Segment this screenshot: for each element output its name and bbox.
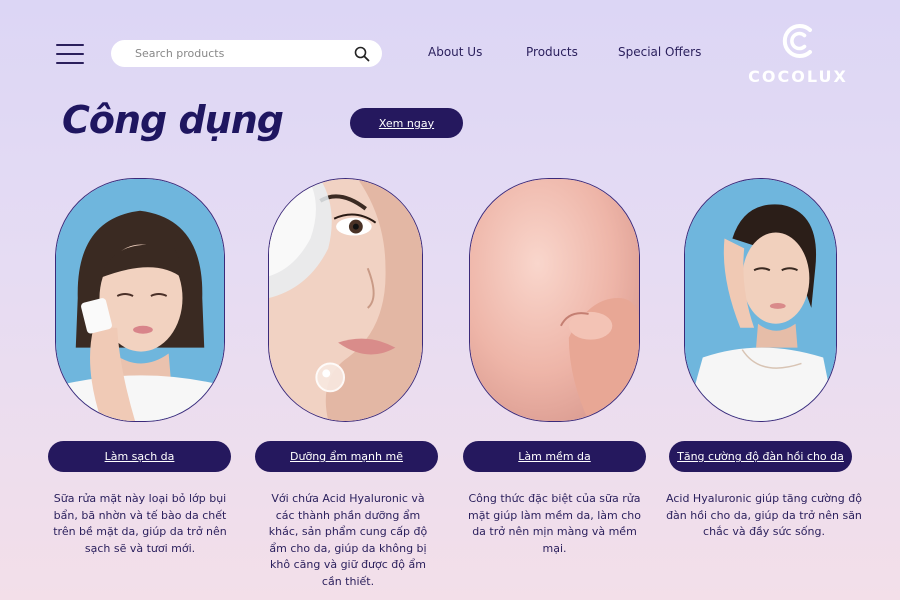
card-button-moisturizing[interactable]: Dưỡng ẩm mạnh mẽ bbox=[255, 441, 438, 472]
brand-logo[interactable]: COCOLUX bbox=[748, 22, 848, 88]
card-description-cleansing: Sữa rửa mặt này loại bỏ lớp bụi bẩn, bã … bbox=[53, 492, 227, 555]
hamburger-menu-icon[interactable] bbox=[56, 44, 84, 64]
menu-line bbox=[56, 62, 84, 64]
page-title: Công dụng bbox=[62, 98, 284, 142]
logo-text: COCOLUX bbox=[748, 67, 848, 86]
face-serum-droplet-image bbox=[269, 179, 422, 421]
search-icon[interactable] bbox=[354, 46, 370, 62]
card-button-elasticity[interactable]: Tăng cường độ đàn hồi cho da bbox=[669, 441, 852, 472]
search-input[interactable] bbox=[135, 47, 354, 60]
photo-moisturizing bbox=[268, 178, 423, 422]
cocolux-logo-mark-icon bbox=[782, 24, 812, 58]
card-description-moisturizing: Với chứa Acid Hyaluronic và các thành ph… bbox=[268, 492, 428, 588]
menu-line bbox=[56, 44, 84, 46]
search-bar bbox=[111, 40, 382, 67]
nav-special-offers[interactable]: Special Offers bbox=[618, 45, 701, 59]
menu-line bbox=[56, 53, 84, 55]
woman-applying-cream-image bbox=[685, 179, 836, 421]
woman-cleansing-face-image bbox=[56, 179, 224, 421]
nav-about-us[interactable]: About Us bbox=[428, 45, 482, 59]
finger-pressing-skin-image bbox=[470, 179, 639, 421]
card-button-softening[interactable]: Làm mềm da bbox=[463, 441, 646, 472]
photo-cleansing bbox=[55, 178, 225, 422]
view-now-button[interactable]: Xem ngay bbox=[350, 108, 463, 138]
photo-elasticity bbox=[684, 178, 837, 422]
card-button-cleansing[interactable]: Làm sạch da bbox=[48, 441, 231, 472]
nav-products[interactable]: Products bbox=[526, 45, 578, 59]
photo-softening bbox=[469, 178, 640, 422]
card-description-elasticity: Acid Hyaluronic giúp tăng cường độ đàn h… bbox=[666, 492, 862, 538]
card-description-softening: Công thức đặc biệt của sữa rửa mặt giúp … bbox=[468, 492, 641, 555]
